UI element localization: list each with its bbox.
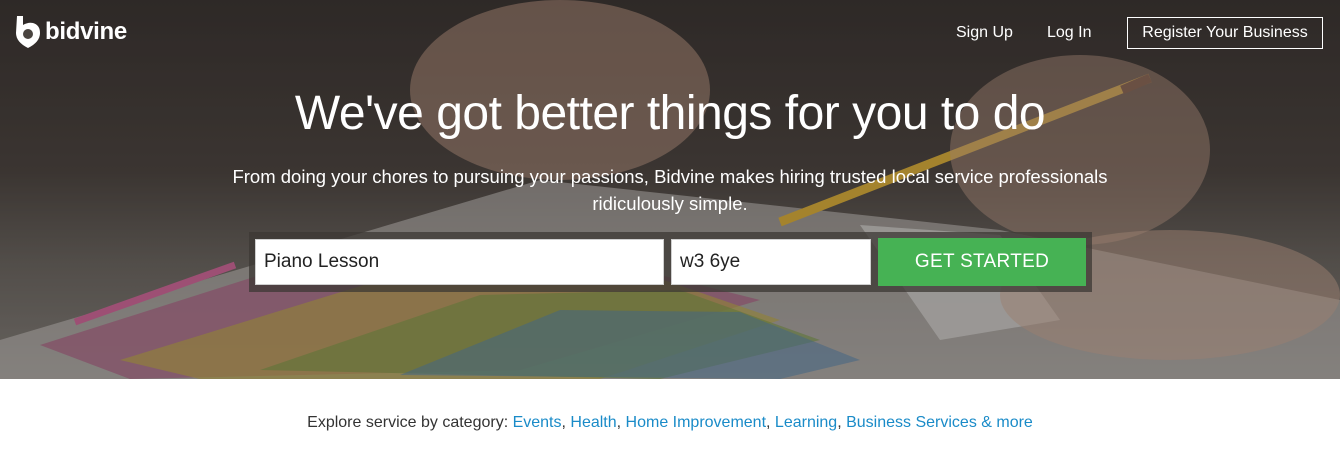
log-in-link[interactable]: Log In <box>1047 24 1091 42</box>
explore-categories: Explore service by category: Events, Hea… <box>307 414 1033 431</box>
brand-logo[interactable]: bidvine <box>15 16 127 48</box>
brand-name: bidvine <box>45 18 127 45</box>
bidvine-logo-icon <box>16 16 40 48</box>
sign-up-link[interactable]: Sign Up <box>956 24 1013 42</box>
service-input[interactable] <box>255 239 664 285</box>
postcode-input[interactable] <box>671 239 871 285</box>
register-business-button[interactable]: Register Your Business <box>1127 17 1323 49</box>
hero-headline: We've got better things for you to do <box>294 87 1046 140</box>
category-link-learning[interactable]: Learning <box>775 414 837 431</box>
category-link-events[interactable]: Events <box>513 414 562 431</box>
hero-subline: From doing your chores to pursuing your … <box>232 166 1108 214</box>
hero-banner: bidvine Sign Up Log In Register Your Bus… <box>0 0 1340 379</box>
get-started-button[interactable]: GET STARTED <box>878 238 1086 286</box>
category-link-business-services[interactable]: Business Services & more <box>846 414 1033 431</box>
explore-prefix: Explore service by category: <box>307 414 513 431</box>
search-bar: GET STARTED <box>249 232 1092 292</box>
category-link-health[interactable]: Health <box>570 414 616 431</box>
category-link-home-improvement[interactable]: Home Improvement <box>626 414 767 431</box>
